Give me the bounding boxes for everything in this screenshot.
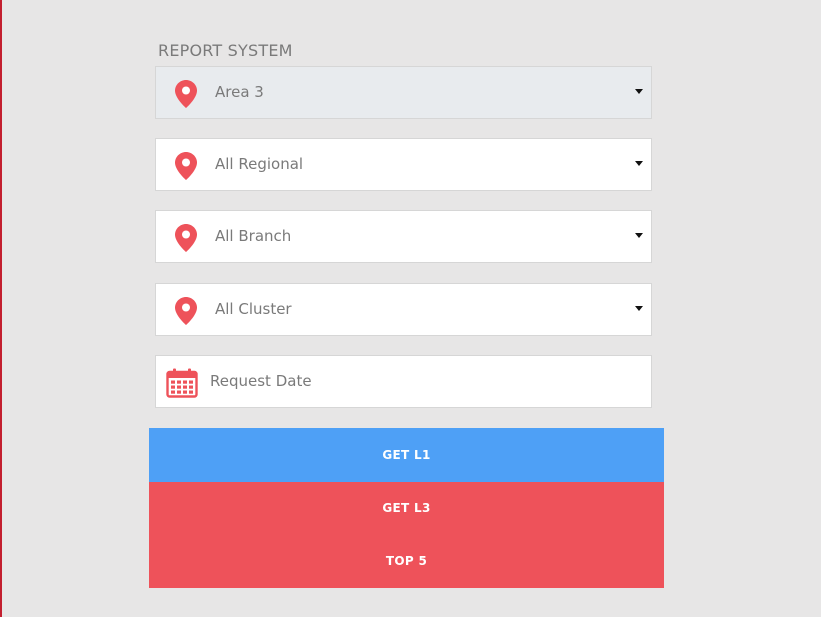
cluster-select[interactable]: All Cluster	[155, 283, 652, 336]
location-pin-icon	[175, 80, 197, 108]
page-title: REPORT SYSTEM	[158, 41, 293, 60]
get-l3-button[interactable]: GET L3	[149, 482, 664, 535]
area-select-label: Area 3	[215, 83, 264, 101]
top5-button[interactable]: TOP 5	[149, 535, 664, 588]
location-pin-icon	[175, 224, 197, 252]
branch-select[interactable]: All Branch	[155, 210, 652, 263]
chevron-down-icon	[635, 161, 643, 166]
calendar-icon	[166, 368, 198, 398]
request-date-field[interactable]: Request Date	[155, 355, 652, 408]
chevron-down-icon	[635, 306, 643, 311]
area-select[interactable]: Area 3	[155, 66, 652, 119]
location-pin-icon	[175, 152, 197, 180]
location-pin-icon	[175, 297, 197, 325]
left-accent-border	[0, 0, 2, 617]
branch-select-label: All Branch	[215, 227, 292, 245]
chevron-down-icon	[635, 89, 643, 94]
cluster-select-label: All Cluster	[215, 300, 292, 318]
chevron-down-icon	[635, 233, 643, 238]
get-l1-button[interactable]: GET L1	[149, 428, 664, 482]
request-date-placeholder: Request Date	[210, 372, 312, 390]
regional-select-label: All Regional	[215, 155, 304, 173]
regional-select[interactable]: All Regional	[155, 138, 652, 191]
